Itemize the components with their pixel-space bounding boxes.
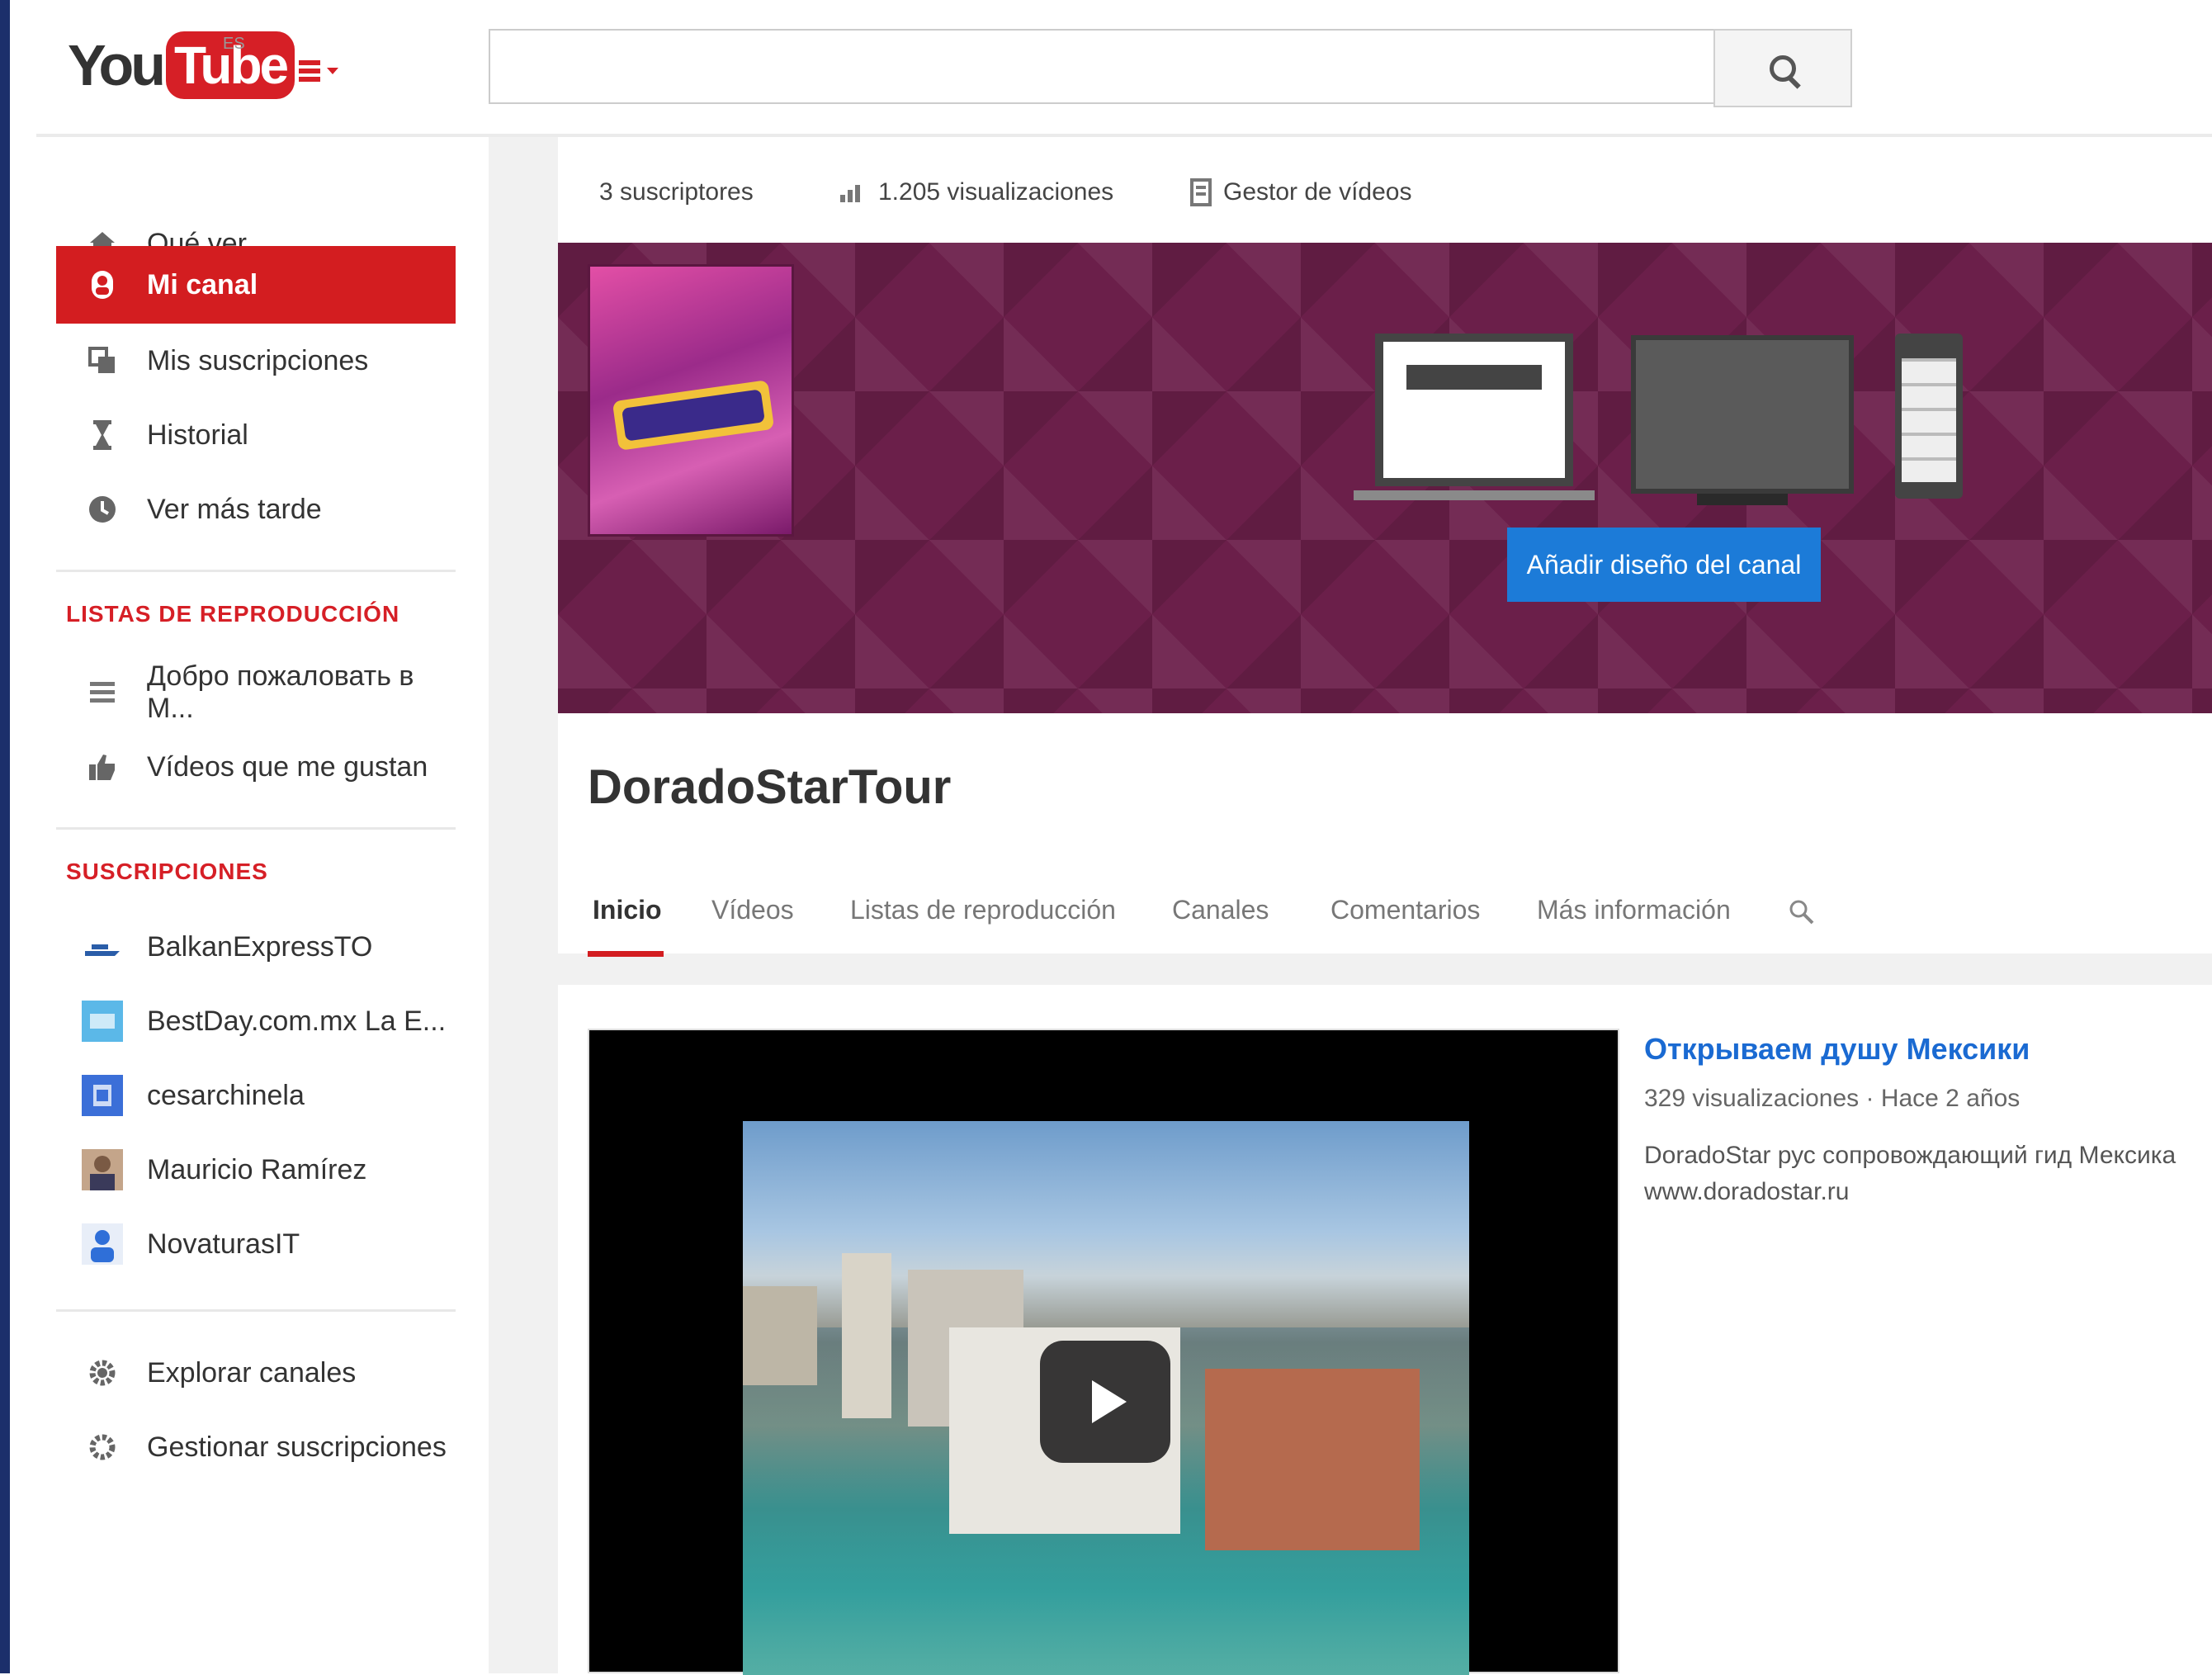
subscriber-count-text: 3 suscriptores <box>599 178 754 206</box>
sidebar-item-label: Vídeos que me gustan <box>147 750 428 783</box>
top-header: You Tube ES <box>10 0 2212 136</box>
sidebar-item-label: Mauricio Ramírez <box>147 1153 367 1185</box>
channel-title: DoradoStarTour <box>588 760 952 814</box>
featured-video-player[interactable] <box>588 1029 1619 1675</box>
channel-avatar <box>81 1074 124 1117</box>
search-bar <box>489 29 1852 107</box>
sidebar-subscription[interactable]: BalkanExpressTO <box>56 910 456 984</box>
tab-listas[interactable]: Listas de reproducción <box>850 895 1116 925</box>
content-gutter <box>489 137 558 1673</box>
views-chart-icon <box>840 185 860 202</box>
sidebar-item-label: Gestionar suscripciones <box>147 1431 447 1463</box>
thumbs-up-icon <box>86 750 119 783</box>
sidebar-item-label: Historial <box>147 419 248 451</box>
logo-region: ES <box>223 35 245 53</box>
sidebar-item-label: BalkanExpressTO <box>147 930 373 963</box>
tv-illustration-icon <box>1631 335 1854 505</box>
video-title-link[interactable]: Открываем душу Мексики <box>1644 1032 2205 1067</box>
sidebar-item-ver-mas-tarde[interactable]: Ver más tarde <box>56 472 456 547</box>
channel-avatar-image[interactable] <box>588 264 794 537</box>
sidebar-item-label: Explorar canales <box>147 1356 357 1389</box>
tab-inicio[interactable]: Inicio <box>593 895 662 925</box>
logo-you-text: You <box>68 33 166 97</box>
sidebar-item-label: NovaturasIT <box>147 1228 300 1260</box>
video-meta: 329 visualizaciones · Hace 2 años <box>1644 1085 2021 1112</box>
play-button[interactable] <box>1040 1341 1170 1463</box>
sidebar-subscription[interactable]: Mauricio Ramírez <box>56 1133 456 1207</box>
featured-video-info: Открываем душу Мексики 329 visualizacion… <box>1644 1032 2205 1209</box>
channel-tabs: Inicio Vídeos Listas de reproducción Can… <box>588 883 2156 958</box>
sidebar-item-label: Ver más tarde <box>147 493 322 525</box>
sidebar-item-label: cesarchinela <box>147 1079 305 1111</box>
sidebar-item-liked-videos[interactable]: Vídeos que me gustan <box>56 730 456 804</box>
sidebar-item-explorar-canales[interactable]: Explorar canales <box>56 1336 456 1410</box>
video-manager-icon <box>1190 178 1212 206</box>
sidebar-item-label: Mis suscripciones <box>147 344 369 376</box>
section-gap <box>558 953 2212 985</box>
sidebar-item-label: Добро пожаловать в М... <box>147 660 414 724</box>
channel-stats-bar: 3 suscriptores 1.205 visualizaciones Ges… <box>558 137 2212 243</box>
grid-icon <box>299 60 320 82</box>
subscriptions-icon <box>86 344 119 377</box>
channel-avatar <box>81 1223 124 1266</box>
window-edge <box>0 0 10 1673</box>
subscriptions-section-title[interactable]: SUSCRIPCIONES <box>66 859 268 885</box>
sidebar-divider <box>56 827 456 830</box>
search-icon <box>1770 54 1796 82</box>
playlist-icon <box>86 676 119 709</box>
play-icon <box>1092 1380 1127 1423</box>
search-input[interactable] <box>489 29 1713 104</box>
channel-search-button[interactable] <box>1788 898 1816 933</box>
sidebar-subscription[interactable]: BestDay.com.mx La E... <box>56 984 456 1058</box>
sidebar-item-mi-canal[interactable]: Mi canal <box>56 246 456 324</box>
sidebar-divider <box>56 1309 456 1312</box>
sidebar-item-historial[interactable]: Historial <box>56 398 456 472</box>
channel-avatar <box>81 1000 124 1043</box>
user-icon <box>86 268 119 301</box>
video-description-line: DoradoStar рус сопровождающий гид Мексик… <box>1644 1142 2177 1169</box>
sidebar-item-gestionar-suscripciones[interactable]: Gestionar suscripciones <box>56 1410 456 1484</box>
add-channel-art-button[interactable]: Añadir diseño del canal <box>1507 528 1821 602</box>
subscriber-count: 3 suscriptores <box>599 178 754 206</box>
guide-menu-button[interactable] <box>299 54 348 88</box>
playlists-section-title[interactable]: LISTAS DE REPRODUCCIÓN <box>66 601 399 627</box>
sidebar-item-label: BestDay.com.mx La E... <box>147 1005 447 1037</box>
video-description: DoradoStar рус сопровождающий гид Мексик… <box>1644 1138 2205 1209</box>
tab-videos[interactable]: Vídeos <box>711 895 794 925</box>
sidebar-subscription[interactable]: cesarchinela <box>56 1058 456 1133</box>
youtube-logo[interactable]: You Tube ES <box>68 23 295 107</box>
search-icon <box>1789 900 1814 925</box>
tab-mas-informacion[interactable]: Más información <box>1537 895 1731 925</box>
view-count: 1.205 visualizaciones <box>839 178 1113 206</box>
active-tab-indicator <box>588 951 664 957</box>
gear-icon <box>86 1356 119 1389</box>
sidebar-item-playlist[interactable]: Добро пожаловать в М... <box>56 655 456 730</box>
gear-icon <box>86 1431 119 1464</box>
sidebar-item-mis-suscripciones[interactable]: Mis suscripciones <box>56 324 456 398</box>
phone-illustration-icon <box>1895 334 1963 499</box>
channel-banner: Añadir diseño del canal <box>558 243 2212 713</box>
tab-comentarios[interactable]: Comentarios <box>1331 895 1480 925</box>
clock-icon <box>86 493 119 526</box>
laptop-illustration-icon <box>1354 334 1595 500</box>
sidebar-divider <box>56 570 456 572</box>
video-manager-label: Gestor de vídeos <box>1223 178 1412 206</box>
channel-avatar <box>81 925 124 968</box>
caret-down-icon <box>327 68 338 74</box>
sidebar-subscription[interactable]: NovaturasIT <box>56 1207 456 1281</box>
sidebar-item-label: Mi canal <box>147 268 258 300</box>
guide-sidebar: Qué ver Mi canal Mis suscripciones Histo… <box>10 137 489 1673</box>
tab-canales[interactable]: Canales <box>1172 895 1269 925</box>
video-description-line: www.doradostar.ru <box>1644 1177 1850 1205</box>
channel-avatar <box>81 1148 124 1191</box>
search-button[interactable] <box>1713 29 1852 107</box>
hourglass-icon <box>86 419 119 452</box>
video-manager-link[interactable]: Gestor de vídeos <box>1190 178 1411 206</box>
view-count-text: 1.205 visualizaciones <box>878 178 1114 206</box>
